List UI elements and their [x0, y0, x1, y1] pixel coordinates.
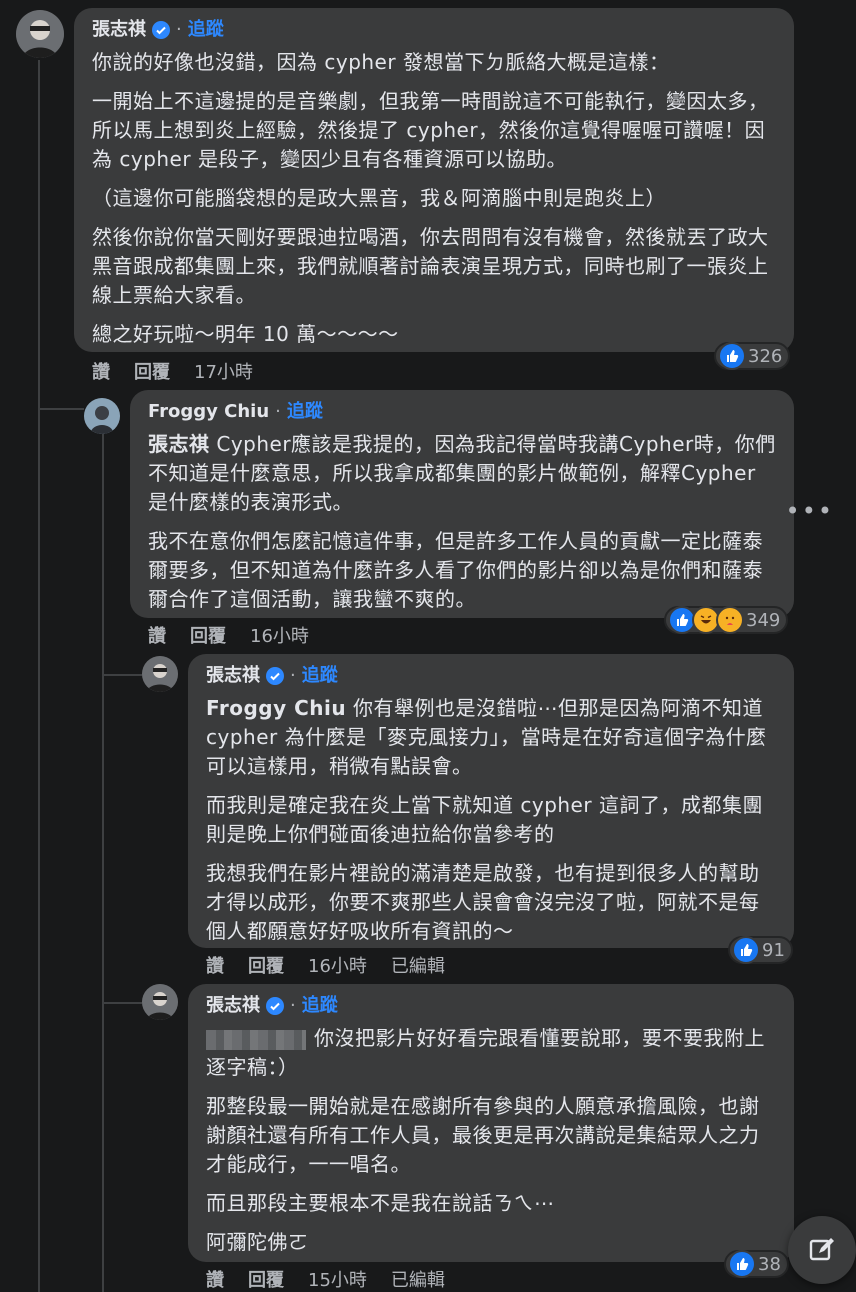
thread-connector [102, 674, 142, 676]
edited-label[interactable]: 已編輯 [391, 1266, 445, 1292]
reaction-summary[interactable]: 349 [664, 606, 789, 634]
author-name[interactable]: Froggy Chiu [148, 400, 269, 424]
timestamp[interactable]: 16小時 [250, 622, 309, 648]
comment-text: 你沒把影片好好看完跟看懂要說耶，要不要我附上逐字稿：） [206, 1026, 765, 1079]
comment-actions: 讚 回覆 16小時 [148, 622, 333, 648]
comment-text: （這邊你可能腦袋想的是政大黑音，我＆阿滴腦中則是跑炎上） [92, 186, 666, 210]
comment-text: 那整段最一開始就是在感謝所有參與的人願意承擔風險，也謝謝顏社還有所有工作人員，最… [206, 1094, 760, 1176]
reaction-summary[interactable]: 38 [724, 1250, 789, 1278]
reaction-count: 38 [758, 1253, 781, 1275]
blurred-mention [206, 1029, 306, 1050]
thread-line-nested [102, 432, 104, 1292]
comment-text: 你說的好像也沒錯，因為 cypher 發想當下ㄉ脈絡大概是這樣： [92, 50, 670, 74]
thread-connector [102, 1002, 142, 1004]
like-button[interactable]: 讚 [148, 622, 166, 648]
reply-button[interactable]: 回覆 [190, 622, 226, 648]
reaction-summary[interactable]: 326 [714, 342, 791, 370]
comment-text: 阿彌陀佛ㄛ [206, 1230, 309, 1254]
like-button[interactable]: 讚 [206, 952, 224, 978]
comment-bubble: 張志祺 · 追蹤 你說的好像也沒錯，因為 cypher 發想當下ㄉ脈絡大概是這樣… [74, 8, 794, 352]
avatar[interactable] [142, 984, 178, 1020]
comment-actions: 讚 回覆 17小時 [92, 358, 277, 384]
reply-button[interactable]: 回覆 [248, 952, 284, 978]
comment-text: 一開始上不這邊提的是音樂劇，但我第一時間說這不可能執行，變因太多，所以馬上想到炎… [92, 89, 769, 171]
follow-button[interactable]: 追蹤 [302, 994, 338, 1018]
comment-text: 總之好玩啦～明年 10 萬～～～～ [92, 322, 399, 346]
reaction-count: 91 [762, 939, 785, 961]
author-name[interactable]: 張志祺 [92, 18, 146, 42]
author-name[interactable]: 張志祺 [206, 664, 260, 688]
comment-bubble: Froggy Chiu · 追蹤 張志祺 Cypher應該是我提的，因為我記得當… [130, 390, 794, 618]
verified-badge-icon [266, 667, 284, 685]
comment-text: 我不在意你們怎麼記憶這件事，但是許多工作人員的貢獻一定比薩泰爾要多，但不知道為什… [148, 529, 763, 611]
edited-label[interactable]: 已編輯 [391, 952, 445, 978]
avatar[interactable] [84, 398, 120, 434]
timestamp[interactable]: 16小時 [308, 952, 367, 978]
author-name[interactable]: 張志祺 [206, 994, 260, 1018]
comment-actions: 讚 回覆 16小時 已編輯 [206, 952, 469, 978]
avatar[interactable] [16, 10, 64, 58]
follow-button[interactable]: 追蹤 [287, 400, 323, 424]
verified-badge-icon [266, 997, 284, 1015]
comment-text: 而且那段主要根本不是我在說話ㄋㄟ⋯ [206, 1191, 555, 1215]
timestamp[interactable]: 15小時 [308, 1266, 367, 1292]
like-reaction-icon [728, 1250, 756, 1278]
reply-button[interactable]: 回覆 [134, 358, 170, 384]
compose-edit-icon[interactable] [788, 1216, 856, 1284]
like-reaction-icon [732, 936, 760, 964]
care-reaction-icon [716, 606, 744, 634]
separator: · [290, 665, 296, 686]
reaction-summary[interactable]: 91 [728, 936, 793, 964]
comment-text: 我想我們在影片裡說的滿清楚是啟發，也有提到很多人的幫助才得以成形，你要不爽那些人… [206, 861, 760, 943]
comment-text: 然後你說你當天剛好要跟迪拉喝酒，你去問問有沒有機會，然後就丟了政大黑音跟成都集團… [92, 225, 769, 307]
reaction-count: 326 [748, 345, 783, 367]
more-dots-icon[interactable]: ••• [786, 497, 834, 525]
thread-connector [38, 408, 84, 410]
comment-text: 而我則是確定我在炎上當下就知道 cypher 這詞了，成都集團則是晚上你們碰面後… [206, 793, 763, 846]
thread-line-main [38, 60, 40, 1292]
timestamp[interactable]: 17小時 [194, 358, 253, 384]
reaction-count: 349 [746, 609, 781, 631]
verified-badge-icon [152, 21, 170, 39]
reply-button[interactable]: 回覆 [248, 1266, 284, 1292]
comment-text: Froggy Chiu 你有舉例也是沒錯啦⋯但那是因為阿滴不知道 cypher … [206, 696, 770, 778]
comment-bubble: 張志祺 · 追蹤 Froggy Chiu 你有舉例也是沒錯啦⋯但那是因為阿滴不知… [188, 654, 794, 948]
follow-button[interactable]: 追蹤 [188, 18, 224, 42]
avatar[interactable] [142, 656, 178, 692]
like-button[interactable]: 讚 [206, 1266, 224, 1292]
follow-button[interactable]: 追蹤 [302, 664, 338, 688]
comment-actions: 讚 回覆 15小時 已編輯 [206, 1266, 469, 1292]
comment-bubble: 張志祺 · 追蹤 你沒把影片好好看完跟看懂要說耶，要不要我附上逐字稿：） 那整段… [188, 984, 794, 1262]
mention-link[interactable]: Froggy Chiu [206, 696, 346, 720]
separator: · [176, 19, 182, 40]
separator: · [275, 401, 281, 422]
separator: · [290, 995, 296, 1016]
like-reaction-icon [718, 342, 746, 370]
mention-link[interactable]: 張志祺 [148, 432, 210, 456]
like-button[interactable]: 讚 [92, 358, 110, 384]
comment-text: 張志祺 Cypher應該是我提的，因為我記得當時我講Cypher時，你們不知道是… [148, 432, 776, 514]
